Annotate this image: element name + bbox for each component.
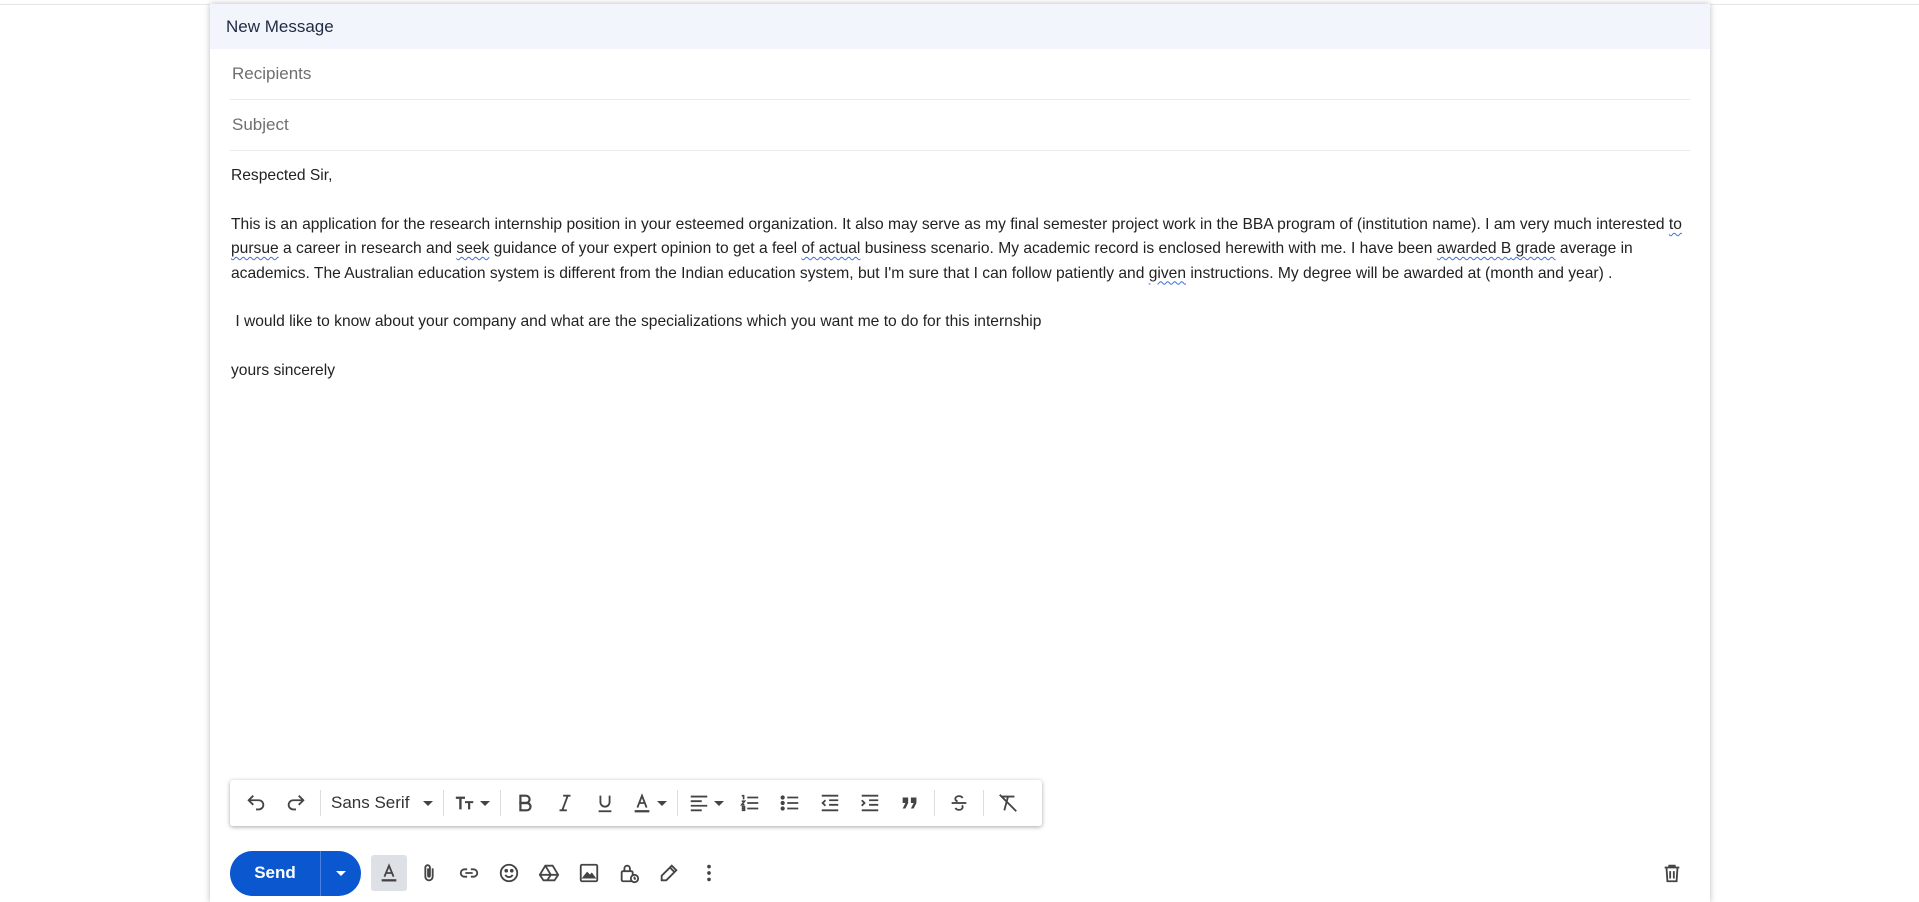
body-text-run: instructions. My degree will be awarded … (1186, 264, 1613, 282)
redo-button[interactable] (276, 783, 316, 823)
chevron-down-icon (657, 800, 668, 806)
compose-bottom-bar: Send (230, 850, 1692, 896)
chevron-down-icon (423, 800, 434, 806)
indent-less-button[interactable] (810, 783, 850, 823)
redo-icon (287, 795, 305, 811)
undo-icon (247, 795, 265, 811)
text-color-button[interactable] (625, 783, 673, 823)
compose-header[interactable]: New Message (210, 4, 1710, 49)
compose-tools (369, 853, 729, 893)
strikethrough-button[interactable] (939, 783, 979, 823)
message-body[interactable]: Respected Sir, This is an application fo… (231, 164, 1691, 408)
formatting-options-button[interactable] (371, 855, 407, 891)
font-size-button[interactable] (448, 783, 496, 823)
more-options-icon (707, 864, 711, 882)
subject-input[interactable] (230, 114, 1690, 136)
bulleted-list-button[interactable] (770, 783, 810, 823)
numbered-list-icon (740, 794, 759, 812)
insert-signature-button[interactable] (649, 853, 689, 893)
indent-more-button[interactable] (850, 783, 890, 823)
body-text-run: guidance of your expert opinion to get a… (489, 240, 802, 258)
insert-drive-button[interactable] (529, 853, 569, 893)
attach-icon (424, 864, 434, 882)
bold-icon (519, 794, 533, 812)
spellcheck-flag[interactable]: awarded B (1437, 240, 1512, 257)
underline-button[interactable] (585, 783, 625, 823)
send-button[interactable]: Send (230, 851, 320, 896)
text-color-icon (635, 793, 650, 813)
signature-icon (660, 864, 678, 882)
body-paragraph-2: I would like to know about your company … (231, 313, 1042, 331)
send-button-group: Send (230, 850, 361, 896)
toolbar-divider (677, 790, 679, 816)
toolbar-divider (320, 790, 321, 816)
confidential-mode-button[interactable] (609, 853, 649, 893)
underline-icon (599, 795, 612, 813)
subject-row (230, 100, 1690, 151)
font-size-icon (456, 796, 474, 810)
remove-formatting-button[interactable] (988, 783, 1028, 823)
insert-photo-button[interactable] (569, 853, 609, 893)
undo-button[interactable] (236, 783, 276, 823)
body-text-run: business scenario. My academic record is… (860, 240, 1437, 258)
bold-button[interactable] (505, 783, 545, 823)
toolbar-divider (500, 790, 502, 816)
send-options-button[interactable] (320, 850, 361, 896)
body-greeting: Respected Sir, (231, 167, 333, 184)
numbered-list-button[interactable] (730, 783, 770, 823)
confidential-mode-icon (620, 864, 640, 884)
body-text-run: a career in research and (278, 240, 457, 258)
chevron-down-icon (336, 870, 346, 876)
indent-more-icon (861, 794, 879, 812)
compose-window: New Message Respected Sir, This is an ap… (210, 4, 1710, 902)
bulleted-list-icon (780, 795, 799, 811)
recipients-row (230, 49, 1690, 100)
formatting-toolbar: Sans Serif (230, 780, 1042, 826)
body-text-run: This is an application for the research … (231, 215, 1669, 233)
attach-file-button[interactable] (409, 853, 449, 893)
link-icon (459, 868, 479, 878)
insert-link-button[interactable] (449, 853, 489, 893)
align-button[interactable] (682, 783, 730, 823)
spellcheck-flag[interactable]: grade (1511, 240, 1556, 257)
font-family-value: Sans Serif (331, 793, 410, 812)
formatting-options-icon (381, 863, 397, 882)
quote-button[interactable] (890, 783, 930, 823)
discard-draft-button[interactable] (1652, 853, 1692, 893)
spellcheck-flag[interactable]: seek (456, 240, 489, 257)
toolbar-divider (443, 790, 445, 816)
font-family-select[interactable]: Sans Serif (325, 783, 439, 823)
indent-less-icon (821, 794, 839, 812)
strikethrough-icon (952, 795, 967, 811)
compose-title: New Message (226, 16, 334, 36)
insert-emoji-button[interactable] (489, 853, 529, 893)
body-paragraph-1: This is an application for the research … (231, 213, 1691, 286)
chevron-down-icon (714, 800, 725, 806)
body-closing: yours sincerely (231, 362, 335, 380)
more-options-button[interactable] (689, 853, 729, 893)
drive-icon (538, 864, 560, 882)
italic-icon (559, 794, 571, 812)
recipients-input[interactable] (230, 63, 1690, 85)
chevron-down-icon (480, 800, 491, 806)
spellcheck-flag[interactable]: of actual (801, 240, 860, 257)
align-icon (691, 795, 708, 812)
italic-button[interactable] (545, 783, 585, 823)
toolbar-divider (934, 790, 936, 816)
photo-icon (579, 863, 599, 883)
emoji-icon (499, 863, 519, 883)
discard-icon (1664, 864, 1680, 883)
toolbar-divider (983, 790, 985, 816)
remove-formatting-icon (999, 794, 1018, 812)
spellcheck-flag[interactable]: given (1149, 265, 1186, 282)
quote-icon (903, 797, 917, 809)
